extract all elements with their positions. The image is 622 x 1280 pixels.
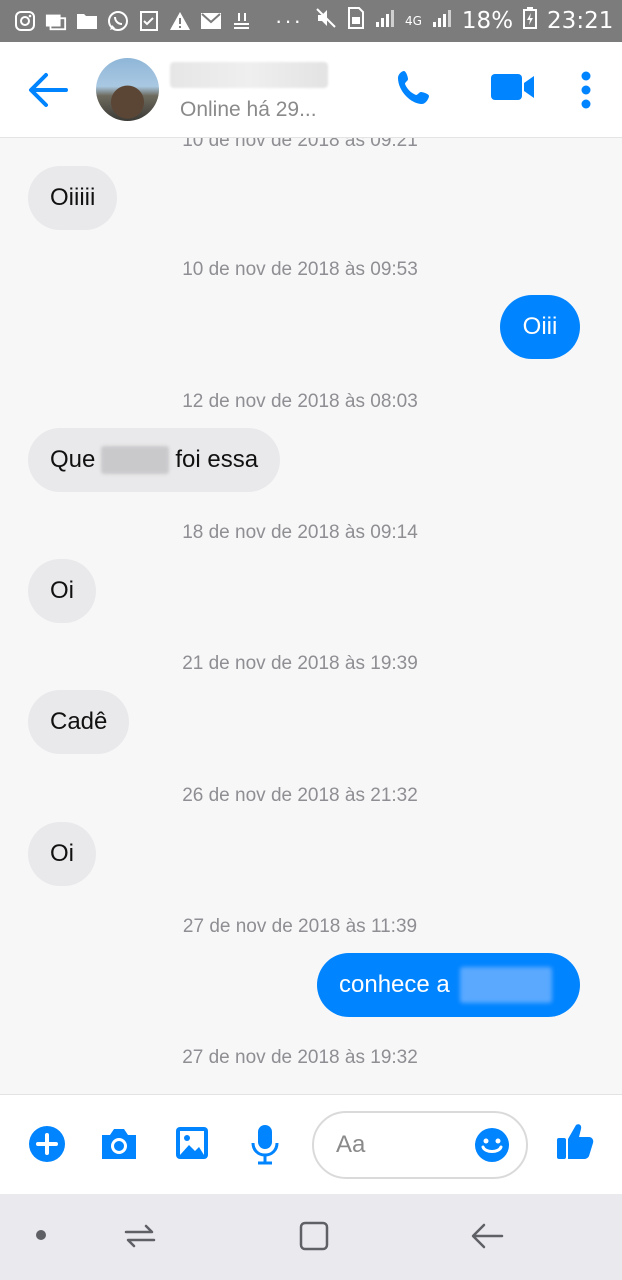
like-button[interactable]: [556, 1121, 594, 1166]
recents-button[interactable]: [124, 1220, 156, 1257]
back-nav-button[interactable]: [470, 1220, 504, 1257]
message-input[interactable]: [336, 1129, 466, 1161]
message-text: conhece a: [339, 971, 450, 998]
task-icon: [138, 10, 160, 32]
redacted-word: [101, 446, 170, 474]
camera-button[interactable]: [100, 1127, 138, 1166]
more-notifications: ···: [275, 8, 303, 33]
network-type: 4G: [404, 14, 422, 28]
nav-dot-button[interactable]: [35, 1228, 47, 1246]
status-bar: ··· 4G 18% 23:21: [0, 0, 622, 42]
signal-icon-1: [375, 8, 395, 34]
more-actions-button[interactable]: [28, 1125, 66, 1168]
clock: 23:21: [547, 8, 614, 34]
timestamp: 27 de nov de 2018 às 19:32: [182, 1047, 418, 1068]
plus-icon: [29, 1126, 65, 1162]
mail-icon: [200, 10, 222, 32]
incoming-message[interactable]: Oi: [28, 559, 96, 623]
battery-percent: 18%: [461, 8, 514, 34]
incoming-message[interactable]: Que foi essa: [28, 428, 281, 492]
call-button[interactable]: [396, 68, 434, 113]
timestamp: 26 de nov de 2018 às 21:32: [182, 785, 418, 806]
home-icon: [299, 1221, 329, 1251]
outgoing-message[interactable]: conhece a: [317, 953, 580, 1017]
message-input-container: [312, 1111, 528, 1179]
video-camera-icon: [491, 74, 534, 100]
sim-icon: [347, 7, 365, 35]
phone-icon: [398, 71, 429, 104]
incoming-message[interactable]: Cadê: [28, 690, 130, 754]
redacted-word: [459, 967, 552, 1003]
gallery-icon: [45, 10, 67, 32]
incoming-message[interactable]: Oi: [28, 822, 96, 886]
outgoing-message[interactable]: Oiii: [500, 295, 580, 359]
dot-icon: [36, 1230, 46, 1240]
battery-icon: [523, 7, 538, 35]
home-button[interactable]: [298, 1220, 330, 1257]
more-vertical-icon: [581, 71, 591, 109]
gallery-button[interactable]: [174, 1125, 210, 1166]
video-call-button[interactable]: [490, 72, 536, 107]
timestamp: 18 de nov de 2018 às 09:14: [182, 522, 418, 543]
thumbs-up-icon: [557, 1124, 594, 1159]
timestamp: 27 de nov de 2018 às 11:39: [182, 916, 418, 937]
folder-icon: [76, 10, 98, 32]
timestamp: 10 de nov de 2018 às 09:21: [182, 138, 418, 151]
camera-icon: [102, 1129, 136, 1159]
message-text-end: foi essa: [175, 446, 259, 473]
emoji-icon: [475, 1128, 509, 1162]
whatsapp-icon: [107, 10, 129, 32]
voice-message-button[interactable]: [250, 1123, 280, 1170]
timestamp: 12 de nov de 2018 às 08:03: [182, 391, 418, 412]
warning-icon: [169, 10, 191, 32]
notification-icons: [14, 10, 253, 32]
back-button[interactable]: [26, 70, 68, 110]
microphone-icon: [251, 1125, 279, 1165]
back-icon: [471, 1223, 504, 1249]
instagram-icon: [14, 10, 36, 32]
timestamp: 21 de nov de 2018 às 19:39: [182, 653, 418, 674]
system-indicators: 4G 18% 23:21: [315, 7, 613, 35]
more-options-button[interactable]: [580, 70, 592, 115]
signal-icon-2: [432, 8, 452, 34]
contact-status: Online há 29...: [180, 98, 317, 121]
conversation-header: Online há 29...: [0, 42, 622, 138]
emoji-button[interactable]: [474, 1127, 510, 1168]
contact-name-redacted[interactable]: [170, 62, 328, 88]
mute-icon: [315, 7, 337, 35]
transfer-icon: [231, 10, 253, 32]
back-arrow-icon: [29, 73, 68, 107]
composer-bar: [0, 1094, 622, 1194]
system-navigation-bar: [0, 1194, 622, 1280]
message-list[interactable]: 10 de nov de 2018 às 09:21 Oiiiii 10 de …: [0, 138, 622, 1094]
image-icon: [176, 1127, 208, 1159]
message-text-start: Que: [50, 446, 96, 473]
recents-icon: [124, 1224, 156, 1248]
incoming-message[interactable]: Oiiiii: [28, 166, 118, 230]
timestamp: 10 de nov de 2018 às 09:53: [182, 259, 418, 280]
avatar[interactable]: [96, 58, 159, 121]
